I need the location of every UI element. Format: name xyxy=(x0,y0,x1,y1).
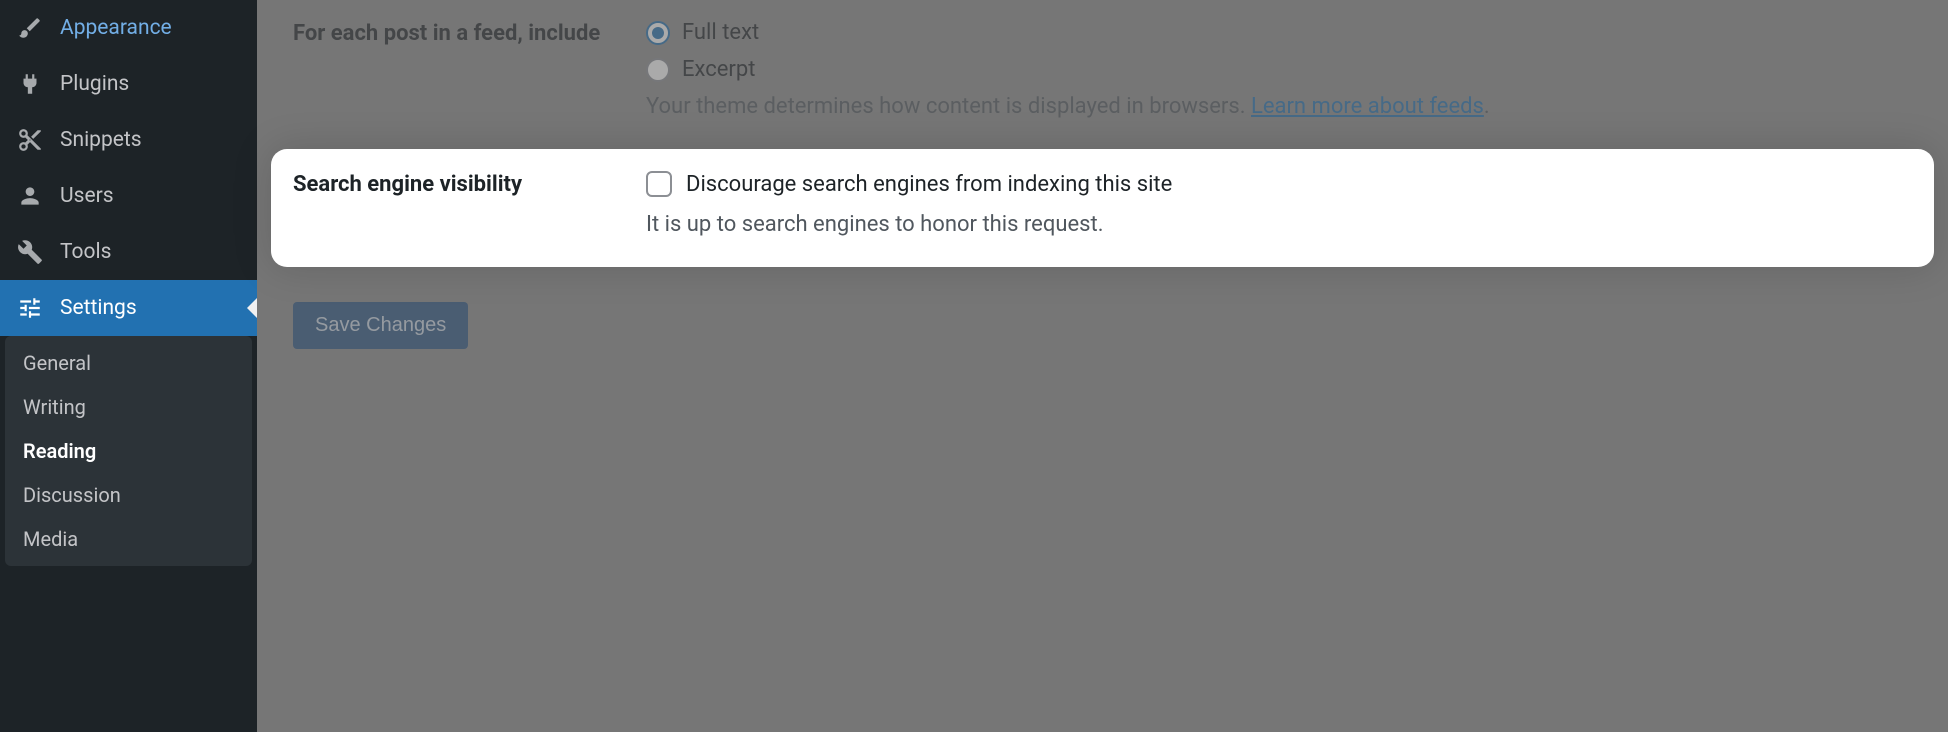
sidebar-item-label: Plugins xyxy=(60,72,129,96)
settings-submenu: General Writing Reading Discussion Media xyxy=(5,336,252,566)
sidebar-subitem-reading[interactable]: Reading xyxy=(5,429,252,473)
sidebar-item-tools[interactable]: Tools xyxy=(0,224,257,280)
sidebar-subitem-writing[interactable]: Writing xyxy=(5,385,252,429)
sidebar-item-plugins[interactable]: Plugins xyxy=(0,56,257,112)
sidebar-item-settings[interactable]: Settings xyxy=(0,280,257,336)
search-engine-visibility-section: Search engine visibility Discourage sear… xyxy=(271,149,1934,267)
sidebar-item-label: Users xyxy=(60,184,114,208)
sidebar-subitem-discussion[interactable]: Discussion xyxy=(5,473,252,517)
seo-visibility-label: Search engine visibility xyxy=(293,171,628,200)
person-icon xyxy=(15,181,45,211)
sidebar-subitem-media[interactable]: Media xyxy=(5,517,252,561)
checkbox-input-discourage[interactable] xyxy=(646,171,672,197)
sidebar-item-label: Snippets xyxy=(60,128,142,152)
sidebar-subitem-general[interactable]: General xyxy=(5,341,252,385)
checkbox-option-discourage[interactable]: Discourage search engines from indexing … xyxy=(646,171,1912,197)
dimming-overlay xyxy=(257,0,1948,732)
brush-icon xyxy=(15,13,45,43)
sidebar-item-snippets[interactable]: Snippets xyxy=(0,112,257,168)
sidebar-item-label: Tools xyxy=(60,240,111,264)
sidebar-item-users[interactable]: Users xyxy=(0,168,257,224)
checkbox-label-discourage: Discourage search engines from indexing … xyxy=(686,172,1172,197)
sidebar-item-label: Settings xyxy=(60,296,137,320)
sidebar-item-label: Appearance xyxy=(60,16,172,40)
plug-icon xyxy=(15,69,45,99)
scissors-icon xyxy=(15,125,45,155)
seo-description: It is up to search engines to honor this… xyxy=(646,212,1912,237)
sliders-icon xyxy=(15,293,45,323)
wrench-icon xyxy=(15,237,45,267)
main-content: For each post in a feed, include Full te… xyxy=(257,0,1948,732)
sidebar-item-appearance[interactable]: Appearance xyxy=(0,0,257,56)
admin-sidebar: Appearance Plugins Snippets Users Tools … xyxy=(0,0,257,732)
